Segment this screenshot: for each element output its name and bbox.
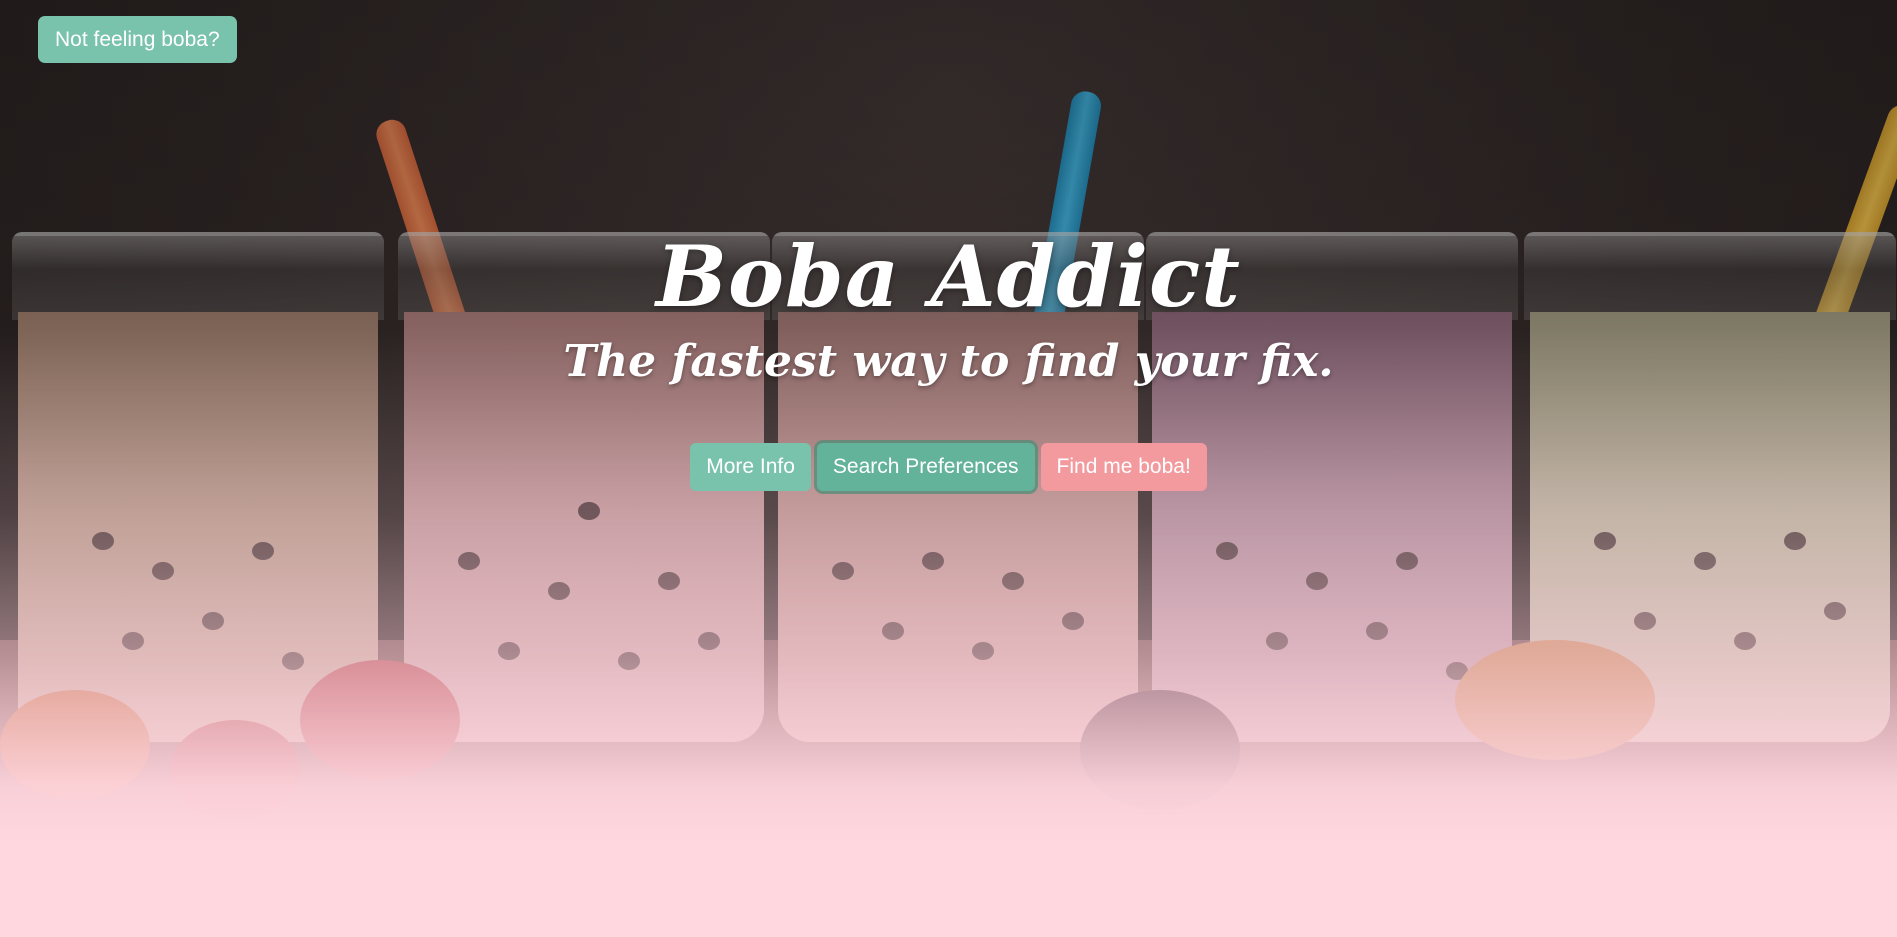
landing-page: Not feeling boba? Boba Addict The fastes… — [0, 0, 1897, 937]
action-buttons: More Info Search Preferences Find me bob… — [0, 443, 1897, 491]
hero-subtitle: The fastest way to find your fix. — [563, 336, 1334, 387]
more-info-button[interactable]: More Info — [690, 443, 811, 491]
hero-title: Boba Addict — [656, 227, 1241, 326]
search-preferences-button[interactable]: Search Preferences — [816, 443, 1035, 491]
not-feeling-boba-button[interactable]: Not feeling boba? — [38, 16, 237, 63]
find-me-boba-button[interactable]: Find me boba! — [1040, 443, 1207, 491]
hero: Boba Addict The fastest way to find your… — [0, 222, 1897, 392]
